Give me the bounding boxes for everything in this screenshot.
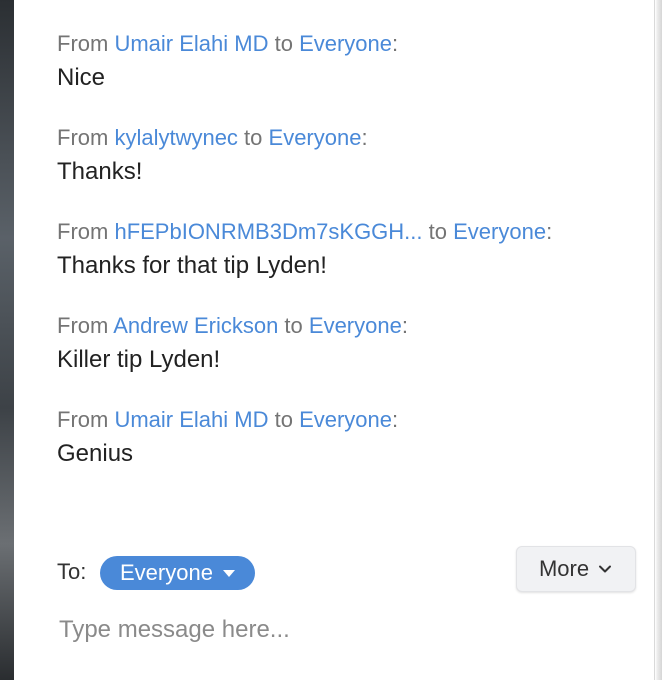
message-header: From kylalytwynec to Everyone: — [57, 122, 637, 154]
sender-name[interactable]: hFEPbIONRMB3Dm7sKGGH... — [114, 219, 422, 244]
more-button-label: More — [538, 556, 590, 581]
from-label: From — [57, 407, 115, 432]
sender-name[interactable]: kylalytwynec — [114, 125, 237, 150]
chat-message: From kylalytwynec to Everyone: Thanks! — [57, 122, 637, 216]
sender-name[interactable]: Andrew Erickson — [113, 313, 278, 338]
recipient-name[interactable]: Everyone — [453, 219, 546, 244]
to-label: To: — [57, 559, 87, 584]
recipient-name[interactable]: Everyone — [309, 313, 402, 338]
from-label: From — [57, 31, 115, 56]
colon: : — [546, 219, 553, 244]
message-text: Genius — [57, 440, 134, 467]
message-text: Nice — [57, 64, 106, 91]
recipient-name[interactable]: Everyone — [269, 125, 362, 150]
caret-down-icon — [222, 569, 235, 577]
message-header: From hFEPbIONRMB3Dm7sKGGH... to Everyone… — [57, 216, 637, 248]
recipient-dropdown-label: Everyone — [120, 560, 213, 585]
chat-message: From Andrew Erickson to Everyone: Killer… — [57, 310, 637, 404]
to-label: to — [268, 31, 300, 56]
chevron-down-icon — [599, 565, 612, 573]
message-text: Thanks! — [57, 158, 143, 185]
message-text: Killer tip Lyden! — [57, 346, 221, 373]
message-list: From Umair Elahi MD to Everyone: Nice Fr… — [57, 28, 637, 498]
message-header: From Umair Elahi MD to Everyone: — [57, 28, 637, 60]
composer-row: To: Everyone More — [57, 546, 637, 593]
window-border — [654, 0, 662, 680]
chat-message: From Umair Elahi MD to Everyone: Nice — [57, 28, 637, 122]
recipient-name[interactable]: Everyone — [299, 407, 392, 432]
to-label: to — [237, 125, 269, 150]
chat-message: From Umair Elahi MD to Everyone: Genius — [57, 404, 637, 498]
colon: : — [401, 313, 408, 338]
chat-panel: From Umair Elahi MD to Everyone: Nice Fr… — [14, 0, 654, 680]
background-window-edge — [0, 0, 14, 680]
colon: : — [392, 31, 399, 56]
message-text: Thanks for that tip Lyden! — [57, 252, 327, 279]
chat-message: From hFEPbIONRMB3Dm7sKGGH... to Everyone… — [57, 216, 637, 310]
from-label: From — [57, 219, 115, 244]
recipient-dropdown[interactable]: Everyone — [100, 556, 255, 590]
to-label: to — [422, 219, 454, 244]
recipient-name[interactable]: Everyone — [299, 31, 392, 56]
from-label: From — [57, 125, 115, 150]
from-label: From — [57, 313, 114, 338]
to-label: to — [268, 407, 300, 432]
more-button[interactable]: More — [516, 546, 636, 592]
sender-name[interactable]: Umair Elahi MD — [114, 407, 268, 432]
message-input[interactable] — [59, 610, 629, 650]
message-header: From Andrew Erickson to Everyone: — [57, 310, 637, 342]
message-header: From Umair Elahi MD to Everyone: — [57, 404, 637, 436]
colon: : — [361, 125, 368, 150]
to-label: to — [278, 313, 309, 338]
colon: : — [392, 407, 399, 432]
sender-name[interactable]: Umair Elahi MD — [114, 31, 268, 56]
